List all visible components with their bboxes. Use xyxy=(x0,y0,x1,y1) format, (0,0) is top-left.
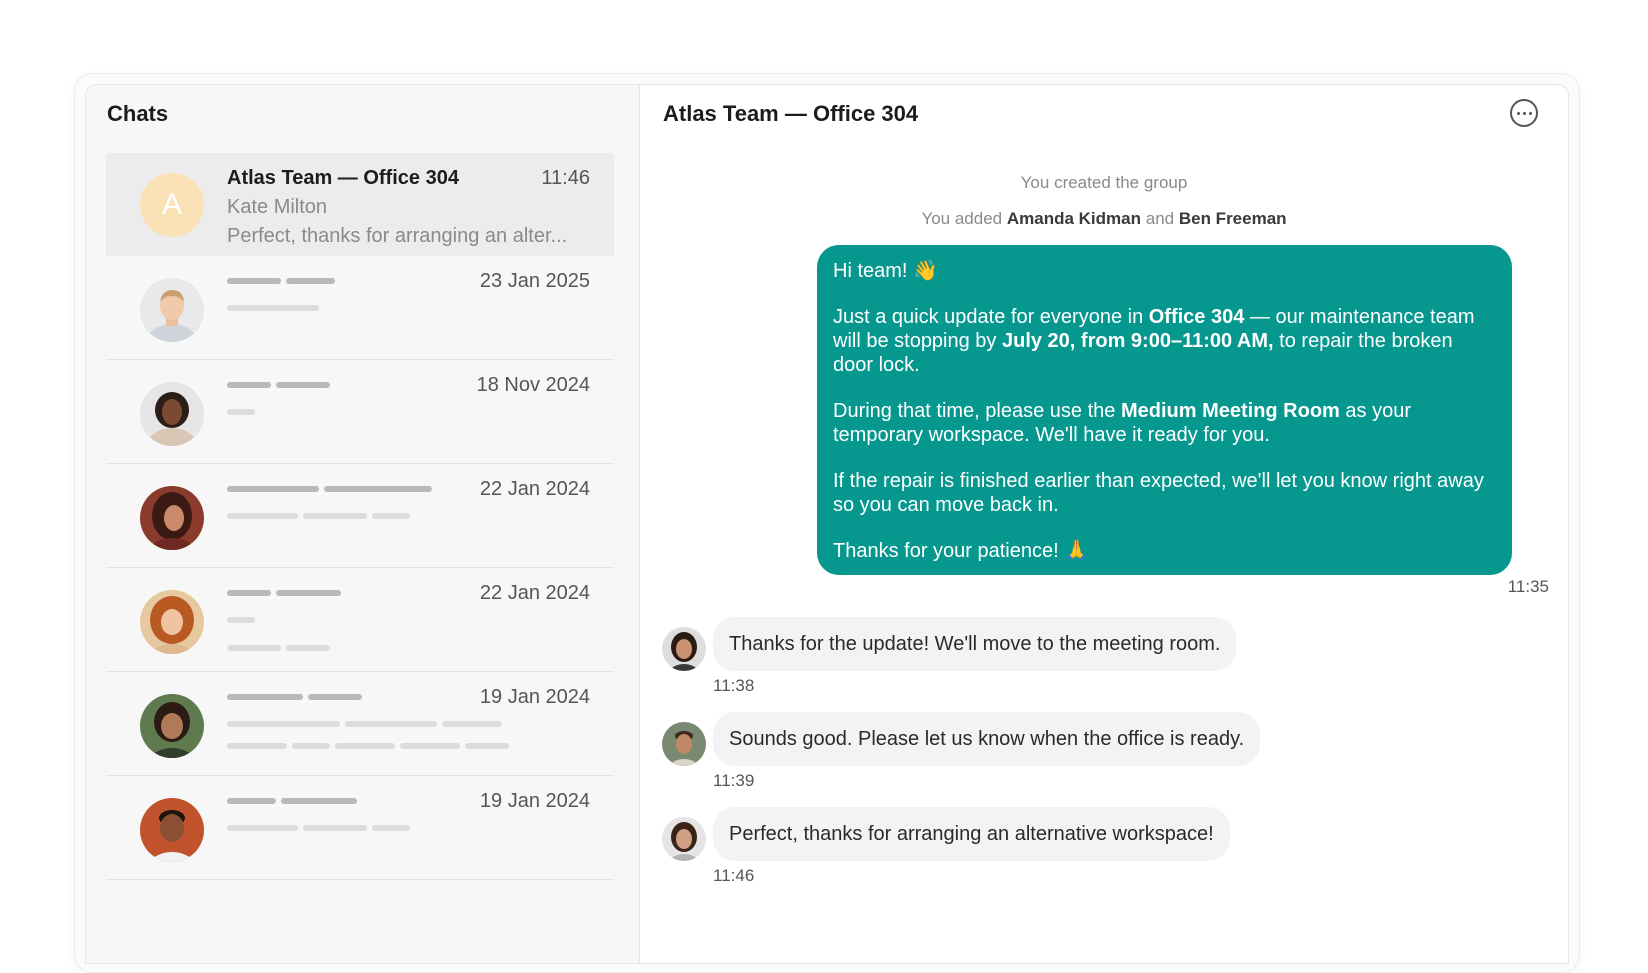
chat-date: 19 Jan 2024 xyxy=(479,790,590,812)
message-time: 11:38 xyxy=(713,676,755,695)
chat-date: 23 Jan 2025 xyxy=(479,270,590,292)
system-text: and xyxy=(1145,209,1175,228)
incoming-message-bubble: Thanks for the update! We'll move to the… xyxy=(713,617,1237,671)
message-time: 11:39 xyxy=(713,771,755,790)
member-name: Amanda Kidman xyxy=(1006,209,1141,228)
chat-item[interactable]: 22 Jan 2024 xyxy=(106,464,614,568)
chat-item-atlas-team[interactable]: A Atlas Team — Office 304 11:46 Kate Mil… xyxy=(106,153,614,256)
group-avatar: A xyxy=(140,173,204,237)
chat-preview: Perfect, thanks for arranging an alter..… xyxy=(227,225,568,247)
message-greeting: Hi team! 👋 xyxy=(833,260,938,282)
avatar xyxy=(140,486,204,550)
message-paragraph: If the repair is finished earlier than e… xyxy=(833,470,1484,516)
chat-window: Chats A Atlas Team — Office 304 11:46 Ka… xyxy=(85,84,1569,964)
system-message-created: You created the group xyxy=(1020,173,1188,192)
more-dot-icon xyxy=(1516,111,1520,115)
chat-date: 18 Nov 2024 xyxy=(476,374,590,396)
avatar xyxy=(662,817,706,861)
chat-sidebar: Chats A Atlas Team — Office 304 11:46 Ka… xyxy=(86,85,640,963)
conversation-title: Atlas Team — Office 304 xyxy=(663,101,919,126)
conversation-panel: Atlas Team — Office 304 You created the … xyxy=(640,85,1568,963)
chat-date: 22 Jan 2024 xyxy=(479,478,590,500)
incoming-message-bubble: Perfect, thanks for arranging an alterna… xyxy=(713,807,1230,861)
chat-item[interactable]: 19 Jan 2024 xyxy=(106,776,614,880)
message-time: 11:35 xyxy=(1507,577,1549,596)
avatar xyxy=(662,627,706,671)
more-dot-icon xyxy=(1522,111,1526,115)
chat-name: Atlas Team — Office 304 xyxy=(227,167,459,189)
member-name: Ben Freeman xyxy=(1178,209,1287,228)
chat-list: A Atlas Team — Office 304 11:46 Kate Mil… xyxy=(106,153,614,880)
message-paragraph: During that time, please use the Medium … xyxy=(833,400,1411,446)
message-paragraph: Just a quick update for everyone in Offi… xyxy=(833,306,1475,376)
chat-time: 11:46 xyxy=(541,167,590,189)
more-dot-icon xyxy=(1528,111,1532,115)
chat-item[interactable]: 19 Jan 2024 xyxy=(106,672,614,776)
avatar xyxy=(662,722,706,766)
more-options-button[interactable] xyxy=(1510,99,1538,127)
avatar xyxy=(140,694,204,758)
avatar xyxy=(140,278,204,342)
avatar xyxy=(140,590,204,654)
message-paragraph: Thanks for your patience! 🙏 xyxy=(833,540,1090,562)
message-time: 11:46 xyxy=(713,866,755,885)
chat-date: 19 Jan 2024 xyxy=(479,686,590,708)
avatar xyxy=(140,382,204,446)
incoming-message-bubble: Sounds good. Please let us know when the… xyxy=(713,712,1261,766)
system-text: You added xyxy=(921,209,1003,228)
sidebar-title: Chats xyxy=(107,101,169,126)
chat-last-sender: Kate Milton xyxy=(227,196,328,218)
system-message-added: You added Amanda Kidman and Ben Freeman xyxy=(640,209,1568,229)
avatar xyxy=(140,798,204,862)
chat-date: 22 Jan 2024 xyxy=(479,582,590,604)
outgoing-message-bubble: Hi team! 👋 Just a quick update for every… xyxy=(817,245,1512,575)
chat-item[interactable]: 18 Nov 2024 xyxy=(106,360,614,464)
chat-item[interactable]: 23 Jan 2025 xyxy=(106,256,614,360)
chat-item[interactable]: 22 Jan 2024 xyxy=(106,568,614,672)
